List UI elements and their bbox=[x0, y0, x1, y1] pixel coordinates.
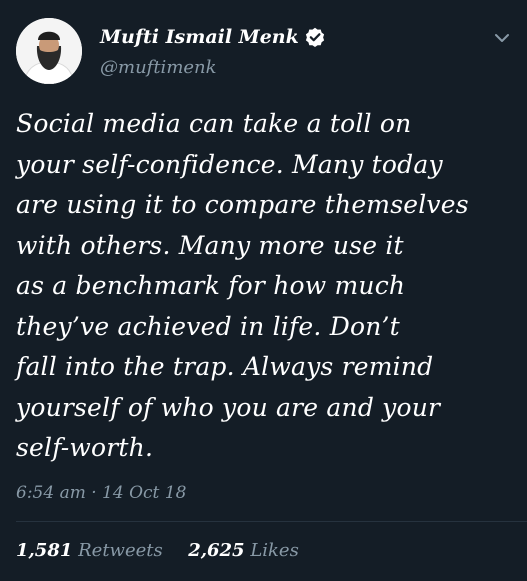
divider bbox=[16, 521, 527, 522]
tweet-line: your self-confidence. Many today bbox=[16, 149, 443, 179]
tweet-line: they’ve achieved in life. Don’t bbox=[16, 311, 400, 341]
tweet-line: are using it to compare themselves bbox=[16, 190, 469, 219]
avatar[interactable] bbox=[16, 18, 82, 84]
tweet-line: Social media can take a toll on bbox=[16, 109, 412, 138]
likes-label: Likes bbox=[250, 540, 299, 561]
chevron-down-icon[interactable] bbox=[493, 30, 511, 44]
retweets-stat[interactable]: 1,581 Retweets bbox=[16, 540, 168, 561]
likes-count: 2,625 bbox=[188, 540, 245, 561]
retweets-label: Retweets bbox=[78, 540, 163, 561]
tweet-line: with others. Many more use it bbox=[16, 230, 404, 260]
verified-badge-icon bbox=[305, 27, 325, 47]
tweet-line: yourself of who you are and your bbox=[16, 392, 441, 422]
tweet-line: fall into the trap. Always remind bbox=[16, 352, 434, 381]
tweet-card: Mufti Ismail Menk @muftimenk Social medi… bbox=[0, 0, 527, 581]
likes-stat[interactable]: 2,625 Likes bbox=[188, 540, 299, 561]
author-name-row: Mufti Ismail Menk bbox=[100, 26, 325, 48]
engagement-stats: 1,581 Retweets 2,625 Likes bbox=[16, 540, 299, 561]
tweet-body: Social media can take a toll on your sel… bbox=[16, 104, 516, 469]
avatar-image bbox=[16, 18, 82, 84]
author-display-name[interactable]: Mufti Ismail Menk bbox=[100, 26, 299, 48]
tweet-timestamp[interactable]: 6:54 am · 14 Oct 18 bbox=[16, 483, 186, 503]
tweet-line: self-worth. bbox=[16, 433, 154, 462]
retweets-count: 1,581 bbox=[16, 540, 73, 561]
author-handle[interactable]: @muftimenk bbox=[100, 57, 217, 78]
tweet-line: as a benchmark for how much bbox=[16, 271, 406, 300]
